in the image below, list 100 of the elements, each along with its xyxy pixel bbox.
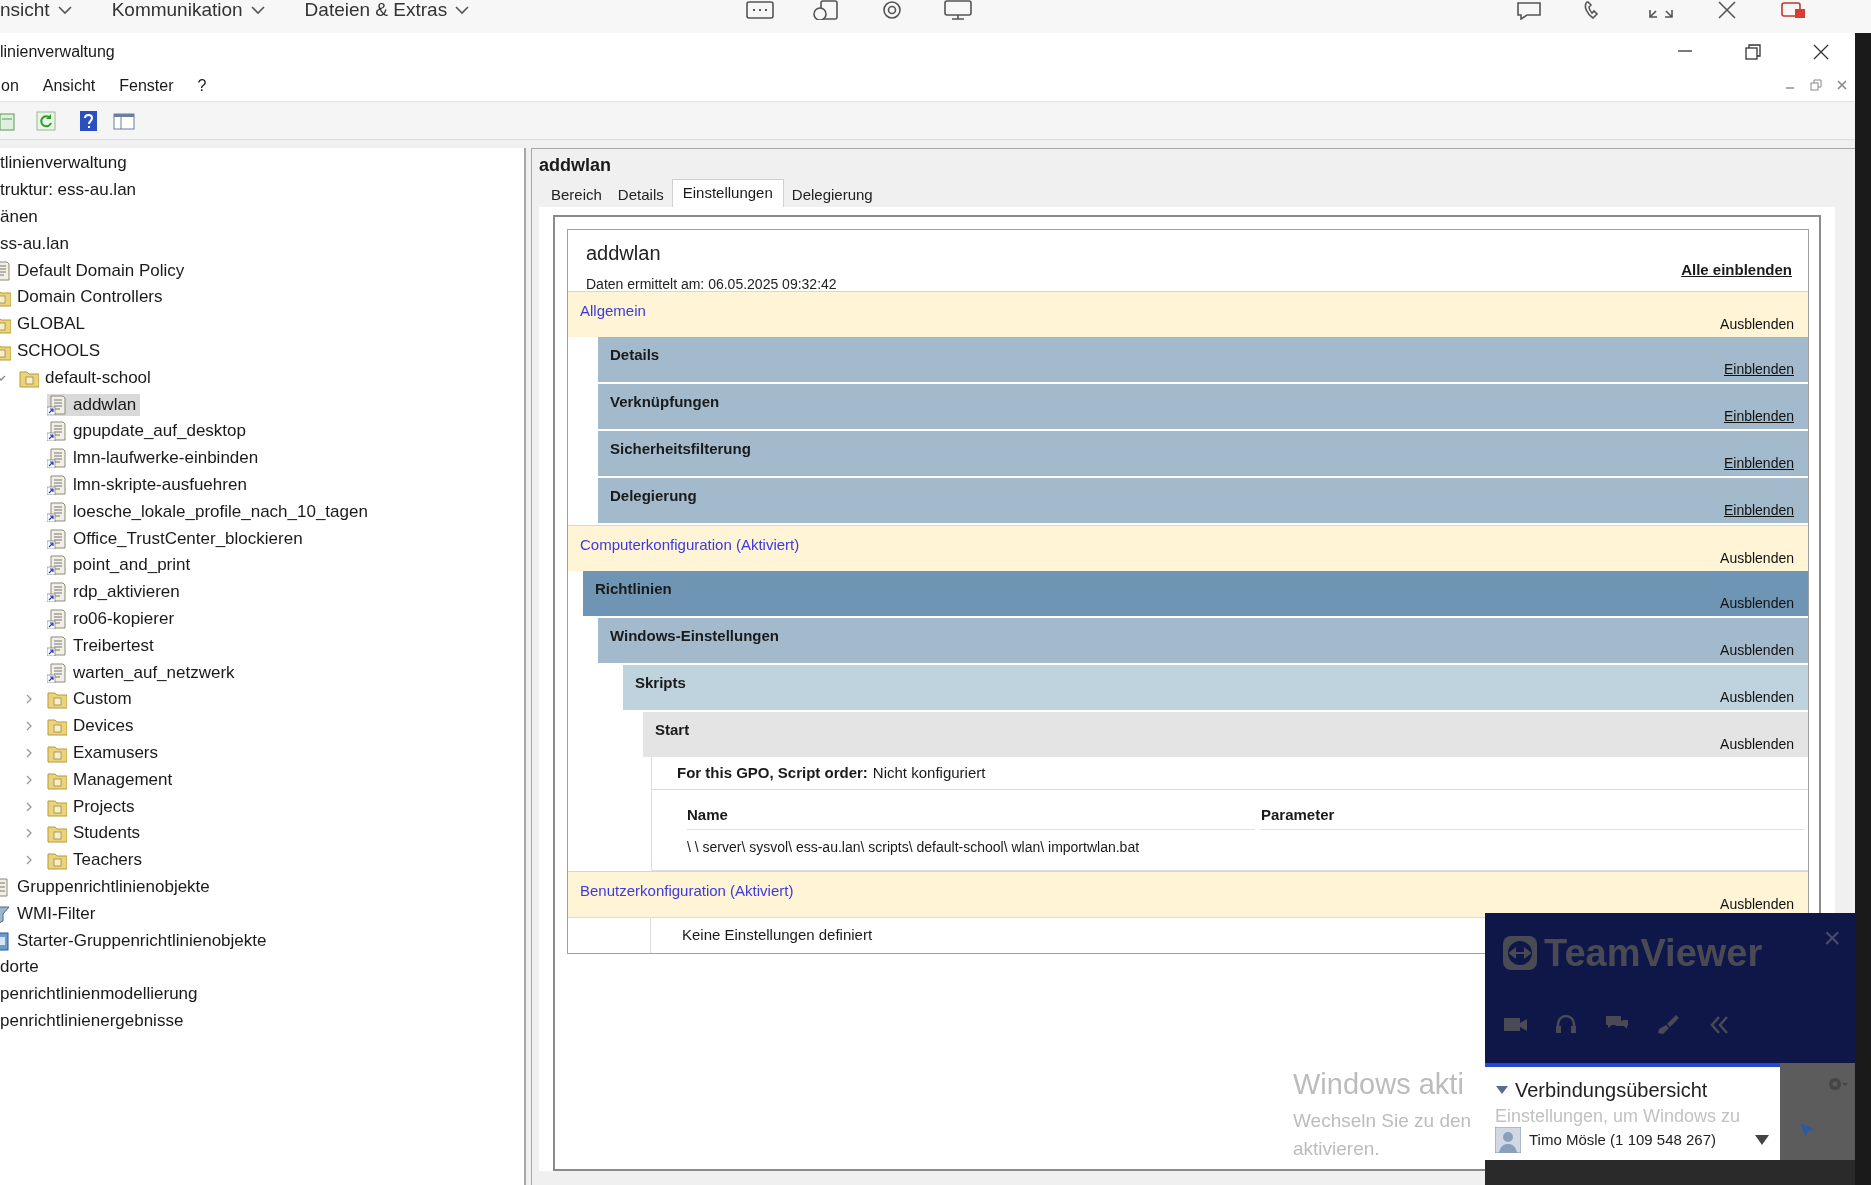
menu-button[interactable]: nsicht [0,0,72,25]
toggle-link[interactable]: Einblenden [1723,406,1794,427]
toggle-link[interactable]: Ausblenden [1720,593,1794,614]
toggle-link[interactable]: Ausblenden [1720,734,1794,755]
pane-title: addwlan [539,154,612,177]
toggle-link[interactable]: Ausblenden [1720,687,1794,708]
toggle-link[interactable]: Ausblenden [1720,314,1794,335]
tree-item[interactable]: dorte [0,956,39,979]
tree-item[interactable]: Domain Controllers [17,286,163,309]
brush-icon[interactable] [1656,1013,1680,1037]
panel-icon[interactable] [113,111,135,131]
section-header[interactable]: Skripts Ausblenden [623,665,1808,710]
menu-item[interactable]: Ansicht [41,73,97,98]
section-header[interactable]: Sicherheitsfilterung Einblenden [598,431,1808,476]
tree-item[interactable]: penrichtlinienmodellierung [0,983,198,1006]
monitor-lock-icon[interactable] [1779,0,1807,20]
tree-item[interactable]: Students [73,822,141,845]
script-link-icon [47,474,67,495]
section-header[interactable]: Details Einblenden [598,337,1808,382]
menu-item[interactable]: ? [196,73,208,98]
chevron-right-icon[interactable] [25,828,33,839]
tree-item[interactable]: Default Domain Policy [17,259,185,282]
section-header[interactable]: Windows-Einstellungen Ausblenden [598,618,1808,663]
script-link-icon [47,555,67,576]
toggle-link[interactable]: Ausblenden [1720,640,1794,661]
tree-item[interactable]: addwlan [73,393,137,416]
menu-button[interactable]: Dateien & Extras [304,0,470,25]
folder-icon [47,716,67,737]
tree-item[interactable]: Examusers [73,741,159,764]
partner-name: Timo Mösle (1 109 548 267) [1529,1129,1717,1150]
chevron-right-icon[interactable] [25,774,33,785]
restore-icon[interactable] [1744,42,1762,61]
tree-item[interactable]: loesche_lokale_profile_nach_10_tagen [73,500,368,523]
tree-item[interactable]: penrichtlinienergebnisse [0,1009,184,1032]
tree-item[interactable]: Office_TrustCenter_blockieren [73,527,303,550]
close-icon[interactable] [1812,42,1830,61]
chat-icon[interactable] [1515,0,1543,20]
tree-item[interactable]: änen [0,206,38,228]
keyboard-icon[interactable] [745,0,775,20]
script-link-icon [47,421,67,442]
tree-item[interactable]: ro06-kopierer [73,607,175,630]
section-header[interactable]: Start Ausblenden [643,712,1808,757]
tree-item[interactable]: rdp_aktivieren [73,581,180,604]
section-header[interactable]: Richtlinien Ausblenden [583,571,1808,616]
script-link-icon [47,448,67,469]
person-icon [1495,1127,1521,1153]
watermark-title: Windows akti [1293,1067,1465,1102]
tree-item[interactable]: point_and_print [73,554,191,577]
script-link-icon [47,582,67,603]
menu-item[interactable]: on [0,73,20,98]
tree-item[interactable]: Starter-Gruppenrichtlinienobjekte [17,929,267,952]
section-header[interactable]: Delegierung Einblenden [598,478,1808,523]
chevron-right-icon[interactable] [25,801,33,812]
tree-item[interactable]: warten_auf_netzwerk [73,661,235,684]
tree-item[interactable]: lmn-skripte-ausfuehren [73,473,247,496]
column-header: Parameter [1261,800,1804,830]
device-icon[interactable] [811,0,841,20]
tree-item[interactable]: truktur: ess-au.lan [0,179,137,202]
menu-item[interactable]: Fenster [118,73,175,98]
monitor-icon[interactable] [943,0,973,20]
category-header[interactable]: Computerkonfiguration (Aktiviert) Ausblenden [568,525,1808,571]
tree-item[interactable]: Projects [73,795,135,818]
triangle-down-icon[interactable] [1754,1134,1770,1146]
category-header[interactable]: Benutzerkonfiguration (Aktiviert) Ausblenden [568,871,1808,917]
tree-item[interactable]: Devices [73,715,134,738]
tree-item[interactable]: Treibertest [73,634,154,657]
tree-item[interactable]: GLOBAL [17,313,86,336]
tree-item[interactable]: SCHOOLS [17,339,101,362]
tree-item[interactable]: gpupdate_auf_desktop [73,420,246,443]
tree-item[interactable]: Teachers [73,849,142,872]
tree-item[interactable]: tlinienverwaltung [0,152,127,175]
tree-item[interactable]: Custom [73,688,132,711]
refresh-icon[interactable] [36,111,58,131]
tree-item[interactable]: Gruppenrichtlinienobjekte [17,875,210,898]
tree-item[interactable]: ss-au.lan [0,232,69,255]
chevron-right-icon[interactable] [25,694,33,705]
tree-item[interactable]: lmn-laufwerke-einbinden [73,447,259,470]
folder-icon [47,689,67,710]
chevron-right-icon[interactable] [25,855,33,866]
cursor-icon [1798,1121,1816,1139]
tree-item[interactable]: default-school [45,366,151,389]
chevron-right-icon[interactable] [25,747,33,758]
tab[interactable]: Einstellungen [671,179,784,207]
toggle-link[interactable]: Ausblenden [1720,548,1794,569]
folder-icon [47,823,67,844]
triangle-down-icon[interactable] [1495,1085,1509,1095]
section-title: Verbindungsübersicht [1515,1078,1708,1103]
selected-tree-item[interactable]: addwlan [47,393,141,416]
toggle-link[interactable]: Einblenden [1723,453,1794,474]
script-link-icon [47,635,67,656]
tree-item[interactable]: WMI-Filter [17,902,96,925]
chevron-right-icon[interactable] [25,721,33,732]
toggle-link[interactable]: Einblenden [1723,359,1794,380]
toggle-link[interactable]: Einblenden [1723,500,1794,521]
menu-button[interactable]: Kommunikation [111,0,265,25]
tree-item[interactable]: Management [73,768,173,791]
section-header[interactable]: Verknüpfungen Einblenden [598,384,1808,429]
category-header[interactable]: Allgemein Ausblenden [568,291,1808,337]
show-all-link[interactable]: Alle einblenden [1681,258,1792,281]
toggle-link[interactable]: Ausblenden [1720,894,1794,915]
